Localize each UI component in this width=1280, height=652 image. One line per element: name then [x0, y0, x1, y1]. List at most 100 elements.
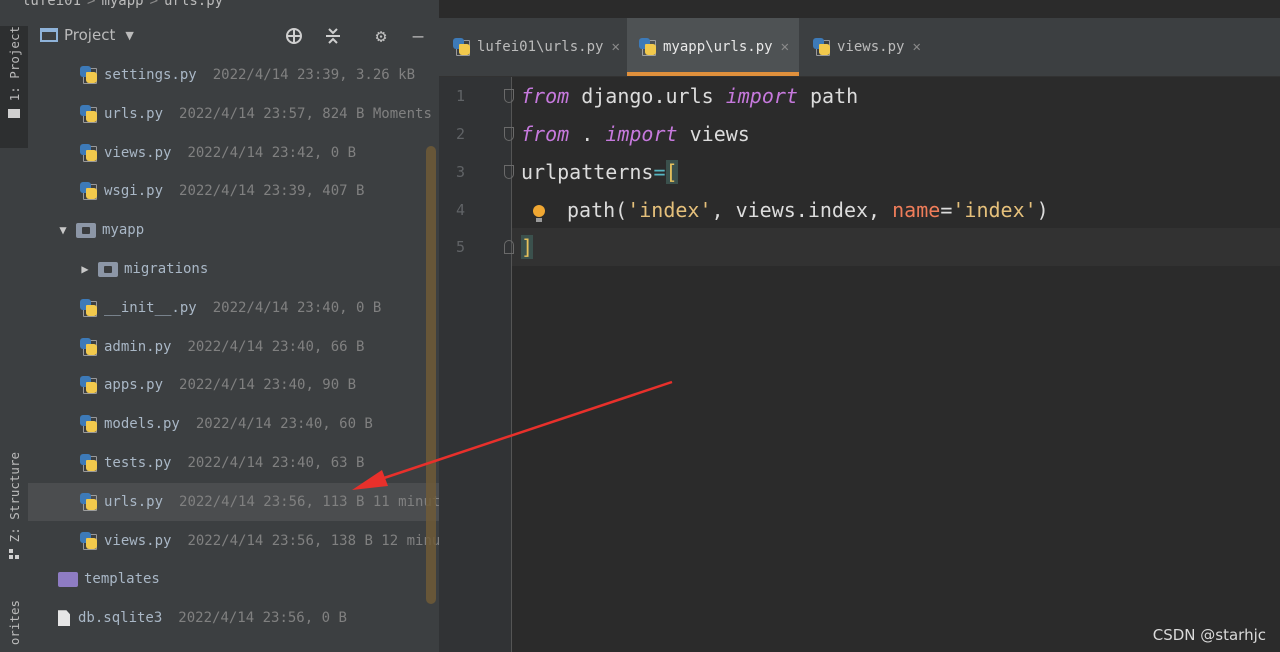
breadcrumb-separator: > [87, 0, 96, 9]
editor-tab-bar: lufei01\urls.py ✕ myapp\urls.py ✕ views.… [439, 18, 1280, 77]
tree-item-meta: 2022/4/14 23:40, 63 B [187, 455, 365, 471]
tab-myapp-urls[interactable]: myapp\urls.py ✕ [627, 18, 799, 76]
project-tool-tab[interactable]: 1: Project [0, 26, 28, 148]
package-folder-icon [76, 222, 96, 238]
tree-scrollbar[interactable] [426, 146, 436, 604]
project-window-icon [40, 28, 58, 42]
tree-item-name: wsgi.py [104, 183, 164, 200]
tree-item[interactable]: views.py 2022/4/14 23:56, 138 B 12 minute… [28, 522, 439, 560]
hide-panel-button[interactable]: — [407, 26, 429, 48]
tree-item-meta: 2022/4/14 23:39, 3.26 kB [212, 67, 416, 83]
favorites-tool-tab-label: orites [6, 600, 22, 646]
favorites-tool-tab[interactable]: orites [0, 600, 28, 652]
tree-item[interactable]: urls.py 2022/4/14 23:56, 113 B 11 minutes… [28, 482, 439, 521]
code-line-2[interactable]: from . import views [521, 115, 750, 153]
tree-item[interactable]: ▶ migrations [28, 250, 439, 288]
tree-item-meta: 2022/4/14 23:42, 0 B [187, 144, 357, 161]
tree-item[interactable]: urls.py 2022/4/14 23:57, 824 B Moments ag… [28, 95, 439, 133]
tree-item-name: apps.py [104, 377, 164, 394]
locate-file-button[interactable] [283, 26, 305, 48]
file-icon [58, 610, 70, 627]
project-tool-tab-label: 1: Project [6, 26, 22, 102]
tree-item[interactable]: models.py 2022/4/14 23:40, 60 B [28, 405, 439, 443]
bracket: [ [665, 160, 678, 184]
tree-item-meta: 2022/4/14 23:40, 60 B [195, 416, 373, 433]
tree-item[interactable]: views.py 2022/4/14 23:42, 0 B [28, 134, 439, 172]
gutter-divider [511, 77, 512, 652]
keyword: import [605, 122, 678, 146]
settings-button[interactable]: ⚙ [370, 26, 392, 48]
collapse-all-button[interactable] [322, 26, 344, 48]
keyword: from [521, 84, 570, 108]
breadcrumb-item-folder[interactable]: myapp [101, 0, 143, 9]
breadcrumb-item-file[interactable]: urls.py [164, 0, 223, 9]
project-panel: Project ▼ ⚙ — settings.py 2022/4/14 23:39… [28, 12, 439, 652]
code-line-4[interactable]: path('index', views.index, name='index') [567, 191, 1049, 229]
tool-window-strip: 1: Project Z: Structure orites [0, 12, 29, 652]
tree-item[interactable]: wsgi.py 2022/4/14 23:39, 407 B [28, 172, 439, 210]
tree-item-name: myapp [102, 222, 145, 239]
tree-item-meta: 2022/4/14 23:56, 0 B [178, 610, 347, 627]
structure-tool-tab-label: Z: Structure [6, 452, 22, 543]
fold-marker-icon[interactable] [504, 89, 514, 103]
python-file-icon [639, 38, 657, 56]
breadcrumb-separator: > [149, 0, 159, 9]
bracket: ] [521, 235, 534, 259]
structure-tool-tab[interactable]: Z: Structure [0, 452, 28, 576]
gear-icon: ⚙ [375, 26, 387, 47]
tree-item-meta: 2022/4/14 23:56, 113 B 11 minutes ago [179, 493, 439, 510]
string-literal: 'index' [627, 198, 712, 222]
string-literal: 'index' [952, 198, 1037, 222]
tree-item[interactable]: __init__.py 2022/4/14 23:40, 0 B [28, 289, 439, 327]
tree-item-meta: 2022/4/14 23:39, 407 B [179, 183, 365, 200]
operator: = [940, 198, 953, 222]
templates-folder-icon [58, 571, 78, 587]
close-icon[interactable]: ✕ [781, 39, 789, 55]
line-number: 1 [455, 87, 465, 105]
tab-label: views.py [837, 39, 905, 55]
python-file-icon [80, 298, 98, 317]
minimize-icon: — [412, 26, 424, 47]
fold-marker-icon[interactable] [504, 165, 514, 179]
python-file-icon [80, 492, 98, 511]
structure-icon [9, 549, 19, 560]
close-icon[interactable]: ✕ [611, 39, 619, 55]
lightbulb-icon[interactable] [531, 205, 547, 227]
python-file-icon [80, 337, 98, 356]
fold-marker-icon[interactable] [504, 240, 514, 254]
tree-item-meta: 2022/4/14 23:56, 138 B 12 minutes ago [187, 532, 439, 549]
code-line-5[interactable]: ] [521, 228, 534, 266]
breadcrumb-item-project[interactable]: lufei01 [22, 0, 81, 9]
tree-item[interactable]: db.sqlite3 2022/4/14 23:56, 0 B [28, 599, 439, 637]
line-number: 3 [455, 163, 465, 181]
tree-item-name: urls.py [104, 493, 164, 510]
keyword: from [521, 122, 570, 146]
tab-lufei01-urls[interactable]: lufei01\urls.py ✕ [439, 18, 625, 76]
python-file-icon [453, 38, 471, 56]
bracket: ) [1036, 198, 1049, 222]
chevron-right-icon[interactable]: ▶ [78, 262, 92, 276]
tree-item[interactable]: admin.py 2022/4/14 23:40, 66 B [28, 328, 439, 366]
tree-item[interactable]: templates [28, 560, 439, 598]
module-name: django.urls [581, 84, 714, 108]
project-view-selector[interactable]: Project ▼ [40, 26, 134, 44]
tree-item-meta: 2022/4/14 23:57, 824 B Moments ago [179, 105, 439, 122]
code-line-1[interactable]: from django.urls import path [521, 77, 858, 115]
tree-item-meta: 2022/4/14 23:40, 66 B [187, 338, 365, 355]
identifier: urlpatterns [521, 160, 654, 184]
tree-item-name: settings.py [104, 67, 197, 83]
tree-item-name: admin.py [104, 338, 172, 355]
tree-item[interactable]: apps.py 2022/4/14 23:40, 90 B [28, 366, 439, 404]
tree-item[interactable]: settings.py 2022/4/14 23:39, 3.26 kB [28, 56, 439, 94]
fold-marker-icon[interactable] [504, 127, 514, 141]
tab-label: lufei01\urls.py [477, 39, 604, 55]
tree-item[interactable]: tests.py 2022/4/14 23:40, 63 B [28, 444, 439, 482]
tree-item[interactable]: ▼ myapp [28, 211, 439, 249]
chevron-down-icon[interactable]: ▼ [56, 223, 70, 237]
python-file-icon [80, 531, 98, 550]
tree-item-name: db.sqlite3 [78, 610, 163, 627]
close-icon[interactable]: ✕ [912, 39, 920, 55]
code-line-3[interactable]: urlpatterns=[ [521, 153, 678, 191]
project-panel-title: Project [64, 26, 116, 44]
tab-views[interactable]: views.py ✕ [801, 18, 931, 76]
